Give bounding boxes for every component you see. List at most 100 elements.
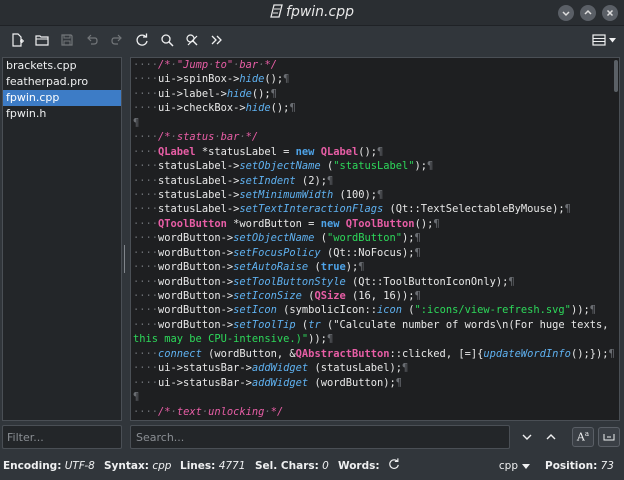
undo-button[interactable] — [79, 28, 104, 52]
code-line[interactable]: ····statusLabel->setObjectName ("statusL… — [133, 159, 615, 173]
code-line[interactable]: ····statusLabel->setTextInteractionFlags… — [133, 202, 615, 216]
chevron-down-icon[interactable] — [522, 464, 530, 469]
text-editor[interactable]: ····/*·"Jump·to"·bar·*/····ui->spinBox->… — [130, 57, 620, 421]
code-line[interactable]: ····statusLabel->setMinimumWidth (100);¶ — [133, 188, 615, 202]
status-position: Position: 73 — [545, 460, 614, 472]
hamburger-menu-icon — [592, 34, 606, 46]
word-count-button[interactable] — [388, 458, 400, 473]
code-line[interactable]: ····wordButton->setObjectName ("wordButt… — [133, 231, 615, 245]
new-file-button[interactable] — [4, 28, 29, 52]
search-input[interactable]: Search... — [130, 425, 510, 449]
document-icon — [270, 4, 283, 18]
encoding-value: UTF-8 — [64, 460, 95, 472]
code-line[interactable]: ····ui->label->hide();¶ — [133, 87, 615, 101]
code-line[interactable]: ····wordButton->setToolTip (tr ("Calcula… — [133, 318, 615, 332]
undo-icon — [86, 34, 98, 45]
close-button[interactable] — [602, 5, 618, 21]
code-line[interactable]: ····wordButton->setAutoRaise (true);¶ — [133, 260, 615, 274]
code-line[interactable]: ····statusLabel->setIndent (2);¶ — [133, 174, 615, 188]
code-line-wrapped[interactable]: this may be CPU-intensive.)"));¶ — [133, 332, 615, 346]
sidebar-item[interactable]: fpwin.cpp — [3, 90, 121, 106]
clear-highlight-button[interactable] — [179, 28, 204, 52]
code-line[interactable]: ····/*·status·bar·*/ — [133, 130, 615, 144]
redo-button[interactable] — [104, 28, 129, 52]
code-line[interactable]: ····ui->checkBox->hide();¶ — [133, 101, 615, 115]
status-bar: Encoding: UTF-8 Syntax: cpp Lines: 4771 … — [0, 454, 624, 480]
lines-label: Lines: — [180, 460, 216, 472]
code-line[interactable]: ····wordButton->setFocusPolicy (Qt::NoFo… — [133, 246, 615, 260]
go-jump-icon — [211, 35, 222, 45]
featherpad-window: fpwin.cpp brackets.cpp featherpad.pro fpwi… — [0, 0, 624, 480]
code-line[interactable]: ····connect (wordButton, &QAbstractButto… — [133, 347, 615, 361]
find-next-button[interactable] — [516, 427, 538, 447]
redo-icon — [110, 34, 122, 45]
window-title: fpwin.cpp — [0, 4, 624, 20]
reload-icon — [389, 458, 399, 469]
minimize-icon — [562, 11, 570, 17]
status-encoding[interactable]: Encoding: UTF-8 — [3, 460, 95, 472]
match-case-icon: Aa — [576, 430, 590, 444]
position-label: Position: — [545, 460, 598, 472]
status-words: Words: — [338, 460, 380, 472]
reload-button[interactable] — [129, 28, 154, 52]
selchars-value: 0 — [322, 460, 329, 472]
chevron-down-icon — [609, 37, 616, 42]
save-icon — [60, 34, 73, 46]
folder-open-icon — [34, 35, 49, 46]
selchars-label: Sel. Chars: — [255, 460, 319, 472]
maximize-button[interactable] — [580, 5, 596, 21]
save-file-button[interactable] — [54, 28, 79, 52]
minimize-button[interactable] — [558, 5, 574, 21]
code-line[interactable]: ····/*·"Jump·to"·bar·*/ — [133, 58, 615, 72]
chevron-up-icon — [546, 434, 556, 440]
filter-input[interactable]: Filter... — [2, 425, 122, 449]
status-lines: Lines: 4771 — [180, 460, 245, 472]
language-selector[interactable]: cpp — [499, 460, 518, 472]
jump-to-button[interactable] — [204, 28, 229, 52]
window-buttons — [558, 5, 618, 21]
new-document-icon — [11, 33, 24, 47]
code-line[interactable]: ····ui->spinBox->hide();¶ — [133, 72, 615, 86]
status-selected-chars: Sel. Chars: 0 — [255, 460, 329, 472]
close-icon — [606, 9, 614, 17]
code-view[interactable]: ····/*·"Jump·to"·bar·*/····ui->spinBox->… — [133, 58, 615, 419]
lines-value: 4771 — [218, 460, 246, 472]
filter-placeholder: Filter... — [7, 431, 44, 444]
code-line[interactable]: ····ui->statusBar->addWidget (statusLabe… — [133, 361, 615, 375]
match-case-button[interactable]: Aa — [572, 427, 594, 447]
code-line[interactable]: ····ui->statusBar->addWidget (wordButton… — [133, 376, 615, 390]
main-menu-button[interactable] — [590, 29, 618, 51]
position-value: 73 — [600, 460, 614, 472]
find-button[interactable] — [154, 28, 179, 52]
open-file-button[interactable] — [29, 28, 54, 52]
sidebar-item[interactable]: featherpad.pro — [3, 74, 121, 90]
search-icon — [160, 34, 174, 47]
code-line[interactable]: ····wordButton->setIcon (symbolicIcon::i… — [133, 303, 615, 317]
syntax-label: Syntax: — [104, 460, 149, 472]
syntax-value: cpp — [152, 460, 172, 472]
sidebar-item[interactable]: fpwin.h — [3, 106, 121, 122]
status-syntax: Syntax: cpp — [104, 460, 171, 472]
vertical-scrollbar[interactable] — [614, 60, 618, 92]
code-line[interactable]: ····wordButton->setToolButtonStyle (Qt::… — [133, 275, 615, 289]
chevron-down-icon — [522, 434, 532, 440]
search-placeholder: Search... — [136, 431, 185, 444]
encoding-label: Encoding: — [3, 460, 62, 472]
splitter-handle[interactable] — [124, 245, 127, 273]
find-clear-icon — [185, 34, 197, 46]
code-line[interactable]: ¶ — [133, 116, 615, 130]
words-label: Words: — [338, 460, 380, 472]
sidebar-item[interactable]: brackets.cpp — [3, 58, 121, 74]
code-line[interactable]: ····wordButton->setIconSize (QSize (16, … — [133, 289, 615, 303]
code-line[interactable]: ¶ — [133, 390, 615, 404]
whole-word-button[interactable] — [598, 427, 620, 447]
maximize-icon — [584, 9, 592, 15]
code-line[interactable]: ····QLabel *statusLabel = new QLabel();¶ — [133, 145, 615, 159]
title-bar[interactable]: fpwin.cpp — [0, 0, 624, 26]
find-previous-button[interactable] — [540, 427, 562, 447]
code-line[interactable]: ····/*·text·unlocking·*/ — [133, 405, 615, 419]
side-pane-file-list[interactable]: brackets.cpp featherpad.pro fpwin.cpp fpwin… — [2, 57, 122, 421]
reload-icon — [135, 33, 148, 46]
main-toolbar — [0, 26, 624, 54]
code-line[interactable]: ····QToolButton *wordButton = new QToolB… — [133, 217, 615, 231]
